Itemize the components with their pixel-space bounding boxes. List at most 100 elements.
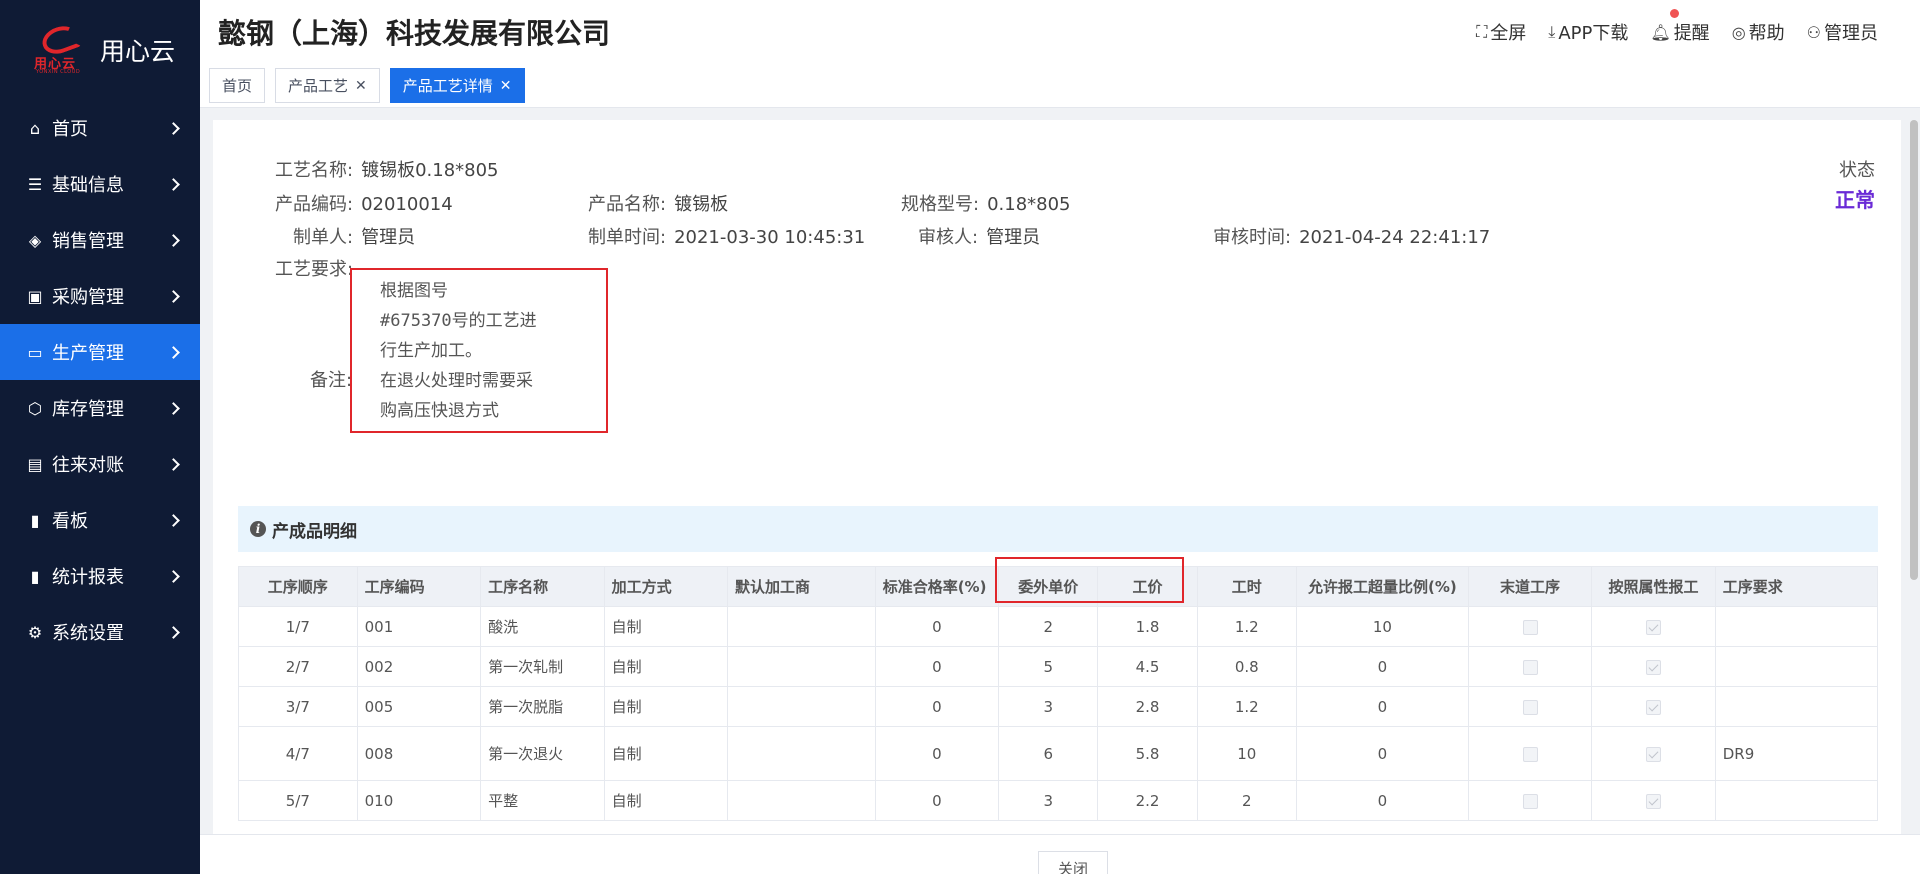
column-header[interactable]: 加工方式	[603, 566, 729, 607]
table-header-row: 工序顺序 工序编码 工序名称 加工方式 默认加工商 标准合格率(%) 委外单价 工价 工时 允许报…	[238, 566, 1879, 607]
sidebar-item-2[interactable]: ◈ 销售管理	[0, 212, 200, 268]
sidebar-item-label: 生产管理	[52, 343, 124, 364]
column-header[interactable]: 允许报工超量比例(%)	[1295, 566, 1469, 607]
cell-code: 010	[356, 780, 482, 821]
app-name: 用心云	[100, 37, 176, 66]
cell-attr[interactable]	[1591, 686, 1716, 727]
checkbox[interactable]	[1646, 659, 1661, 675]
header-tool-4[interactable]: ⚇ 管理员	[1807, 19, 1878, 45]
column-header[interactable]: 末道工序	[1467, 566, 1593, 607]
column-header[interactable]: 工序要求	[1714, 566, 1879, 607]
requirement-line: #675370号的工艺进	[380, 311, 537, 331]
cell-price: 2.2	[1097, 780, 1198, 821]
tab-0[interactable]: 首页	[209, 68, 266, 103]
cell-hours: 0.8	[1196, 646, 1297, 687]
cell-vendor	[727, 726, 876, 781]
column-header[interactable]: 默认加工商	[727, 566, 876, 607]
sidebar-item-label: 系统设置	[52, 623, 124, 644]
sidebar-item-9[interactable]: ⚙ 系统设置	[0, 604, 200, 660]
header-tools: ⛶ 全屏 ⤓ APP下载 🔔︎ 提醒 ◎ 帮助 ⚇ 管理员	[1454, 9, 1878, 45]
scrollbar[interactable]	[1910, 120, 1918, 580]
sidebar-item-5[interactable]: ⬡ 库存管理	[0, 380, 200, 436]
table-row[interactable]: 3/7 005 第一次脱脂 自制 0 3 2.8 1.2 0	[238, 686, 1879, 727]
sidebar-item-8[interactable]: ▮ 统计报表	[0, 548, 200, 604]
bar-chart-icon: ▮	[30, 566, 40, 586]
shopping-bag-icon: ▣	[27, 286, 43, 306]
cell-code: 002	[356, 646, 482, 687]
chevron-right-icon	[167, 233, 180, 247]
column-header[interactable]: 工序名称	[480, 566, 605, 607]
sidebar-item-6[interactable]: ▤ 往来对账	[0, 436, 200, 492]
column-header[interactable]: 工时	[1196, 566, 1297, 607]
checkbox[interactable]	[1522, 619, 1538, 635]
sliders-icon: ☰	[27, 174, 43, 194]
header-tool-0[interactable]: ⛶ 全屏	[1476, 19, 1526, 45]
cell-last[interactable]	[1467, 726, 1593, 781]
field-product-code: 产品编码: 02010014	[275, 194, 453, 215]
table-row[interactable]: 1/7 001 酸洗 自制 0 2 1.8 1.2 10	[238, 606, 1879, 647]
checkbox[interactable]	[1522, 699, 1538, 715]
tab-2[interactable]: 产品工艺详情 ✕	[389, 68, 525, 103]
table-row[interactable]: 4/7 008 第一次退火 自制 0 6 5.8 10 0 DR9	[238, 726, 1879, 781]
header-tool-2[interactable]: 🔔︎ 提醒	[1650, 9, 1710, 45]
notification-dot	[1670, 9, 1680, 18]
cell-attr[interactable]	[1591, 780, 1716, 821]
cell-attr[interactable]	[1591, 726, 1716, 781]
column-header[interactable]: 按照属性报工	[1591, 566, 1716, 607]
cell-rate: 0	[874, 606, 1000, 647]
cell-rate: 0	[874, 726, 1000, 781]
column-header[interactable]: 工序编码	[356, 566, 482, 607]
checkbox[interactable]	[1646, 699, 1661, 715]
checkbox[interactable]	[1522, 659, 1538, 675]
header-tool-1[interactable]: ⤓ APP下载	[1548, 19, 1628, 45]
sidebar-item-label: 统计报表	[52, 567, 124, 588]
checkbox[interactable]	[1646, 619, 1661, 635]
cell-attr[interactable]	[1591, 606, 1716, 647]
close-icon[interactable]: ✕	[355, 78, 367, 94]
column-header[interactable]: 工价	[1097, 566, 1198, 607]
checkbox[interactable]	[1522, 746, 1538, 762]
column-header[interactable]: 标准合格率(%)	[874, 566, 1000, 607]
table-row[interactable]: 5/7 010 平整 自制 0 3 2.2 2 0	[238, 780, 1879, 821]
user-icon: ⚇	[1806, 22, 1821, 42]
tab-1[interactable]: 产品工艺 ✕	[275, 68, 380, 103]
cell-last[interactable]	[1467, 606, 1593, 647]
cell-price: 2.8	[1097, 686, 1198, 727]
cell-last[interactable]	[1467, 646, 1593, 687]
checkbox[interactable]	[1522, 793, 1538, 809]
logo[interactable]: 用心云 YONXIN CLOUD 用心云	[0, 0, 200, 100]
cell-attr[interactable]	[1591, 646, 1716, 687]
field-review-time: 审核时间: 2021-04-24 22:41:17	[1213, 227, 1491, 248]
table-body: 1/7 001 酸洗 自制 0 2 1.8 1.2 10 2/7 002 第一次轧制 自制 0 5 4.5 0.…	[238, 606, 1879, 821]
close-icon[interactable]: ✕	[500, 78, 512, 94]
checkbox[interactable]	[1646, 793, 1661, 809]
cell-over: 0	[1295, 726, 1469, 781]
section-title: 产成品明细	[272, 521, 357, 542]
cell-name: 第一次脱脂	[480, 686, 605, 727]
sidebar-item-7[interactable]: ▮ 看板	[0, 492, 200, 548]
sidebar-item-0[interactable]: ⌂ 首页	[0, 100, 200, 156]
footer: 关闭	[200, 834, 1920, 874]
field-craft-name: 工艺名称: 镀锡板0.18*805	[275, 160, 499, 181]
cube-icon: ⬡	[28, 398, 42, 418]
sidebar-item-3[interactable]: ▣ 采购管理	[0, 268, 200, 324]
wallet-icon: ▤	[27, 454, 43, 474]
close-button[interactable]: 关闭	[1038, 851, 1108, 874]
sidebar: 用心云 YONXIN CLOUD 用心云 ⌂ 首页 ☰ 基础信息 ◈ 销售管理 ▣ 采购管理 ▭…	[0, 0, 200, 874]
cell-seq: 2/7	[238, 646, 358, 687]
column-header[interactable]: 工序顺序	[238, 566, 358, 607]
sidebar-item-1[interactable]: ☰ 基础信息	[0, 156, 200, 212]
cell-req	[1714, 780, 1879, 821]
requirement-text: 根据图号 #675370号的工艺进 行生产加工。 在退火处理时需要采 购高压快退方式	[380, 276, 537, 426]
column-header[interactable]: 委外单价	[998, 566, 1099, 607]
sidebar-item-4[interactable]: ▭ 生产管理	[0, 324, 200, 380]
cell-last[interactable]	[1467, 686, 1593, 727]
table-row[interactable]: 2/7 002 第一次轧制 自制 0 5 4.5 0.8 0	[238, 646, 1879, 687]
logo-mark-icon: 用心云 YONXIN CLOUD	[32, 21, 88, 75]
cell-last[interactable]	[1467, 780, 1593, 821]
cell-hours: 1.2	[1196, 686, 1297, 727]
cell-name: 第一次轧制	[480, 646, 605, 687]
checkbox[interactable]	[1646, 746, 1661, 762]
help-icon: ◎	[1731, 22, 1746, 42]
header-tool-3[interactable]: ◎ 帮助	[1732, 19, 1785, 45]
